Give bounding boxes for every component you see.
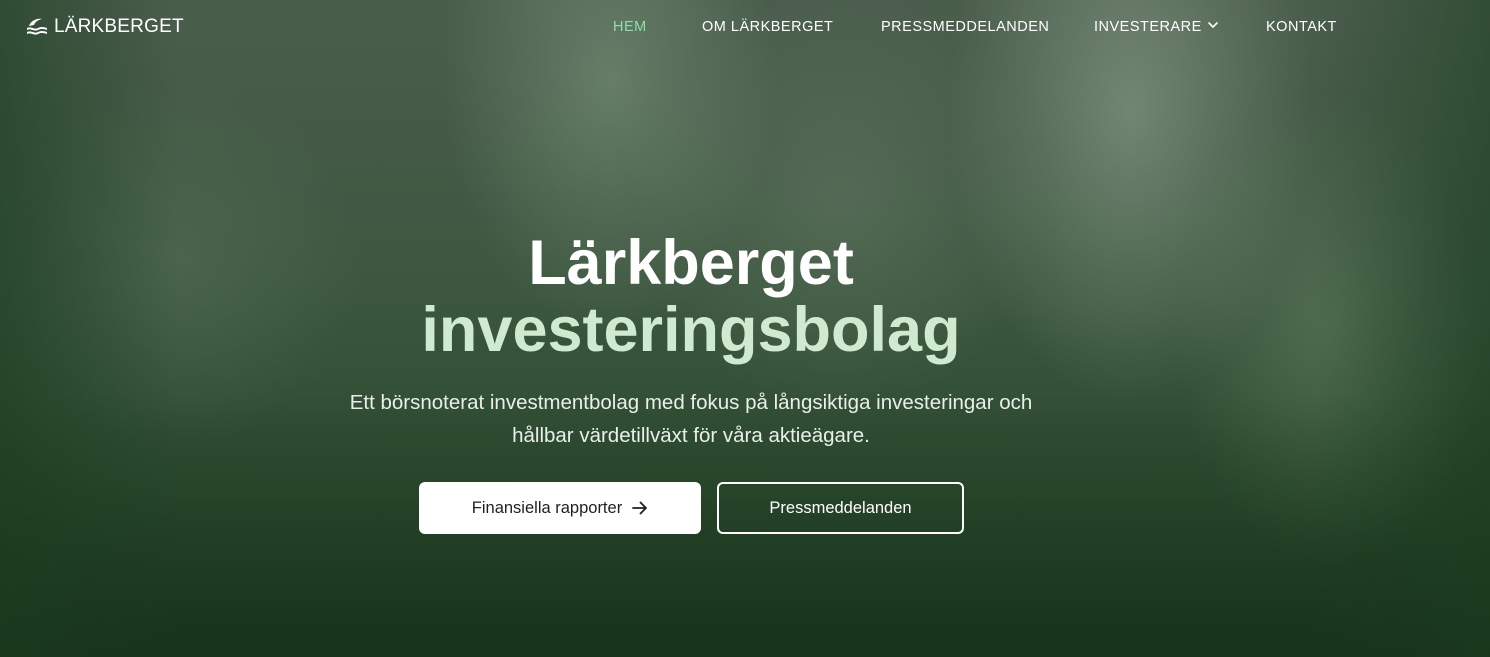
press-releases-button-label: Pressmeddelanden: [769, 498, 912, 517]
nav-item-kontakt[interactable]: KONTAKT: [1266, 19, 1337, 35]
top-navigation: LÄRKBERGET HEM OM LÄRKBERGET PRESSMEDDEL…: [0, 0, 1490, 56]
nav-item-investerare[interactable]: INVESTERARE: [1094, 19, 1218, 35]
wave-leaf-icon: [27, 18, 47, 35]
press-releases-button[interactable]: Pressmeddelanden: [717, 482, 964, 534]
hero-title-line2: investeringsbolag: [421, 295, 961, 365]
hero-subtitle: Ett börsnoterat investmentbolag med foku…: [0, 386, 1382, 452]
chevron-down-icon: [1208, 17, 1218, 33]
financial-reports-button[interactable]: Finansiella rapporter: [419, 482, 701, 534]
brand-logo[interactable]: LÄRKBERGET: [26, 16, 184, 38]
brand-name: LÄRKBERGET: [54, 16, 184, 37]
hero-title-line1: Lärkberget: [528, 228, 854, 298]
nav-item-om-larkberget[interactable]: OM LÄRKBERGET: [702, 19, 833, 35]
nav-item-investerare-label: INVESTERARE: [1094, 19, 1202, 35]
hero-subtitle-line1: Ett börsnoterat investmentbolag med foku…: [349, 391, 1033, 414]
hero-subtitle-line2: hållbar värdetillväxt för våra aktieägar…: [512, 424, 870, 447]
nav-item-pressmeddelanden[interactable]: PRESSMEDDELANDEN: [881, 19, 1049, 35]
financial-reports-button-label: Finansiella rapporter: [471, 498, 623, 517]
arrow-right-icon: [632, 501, 648, 515]
nav-item-hem[interactable]: HEM: [613, 19, 647, 35]
